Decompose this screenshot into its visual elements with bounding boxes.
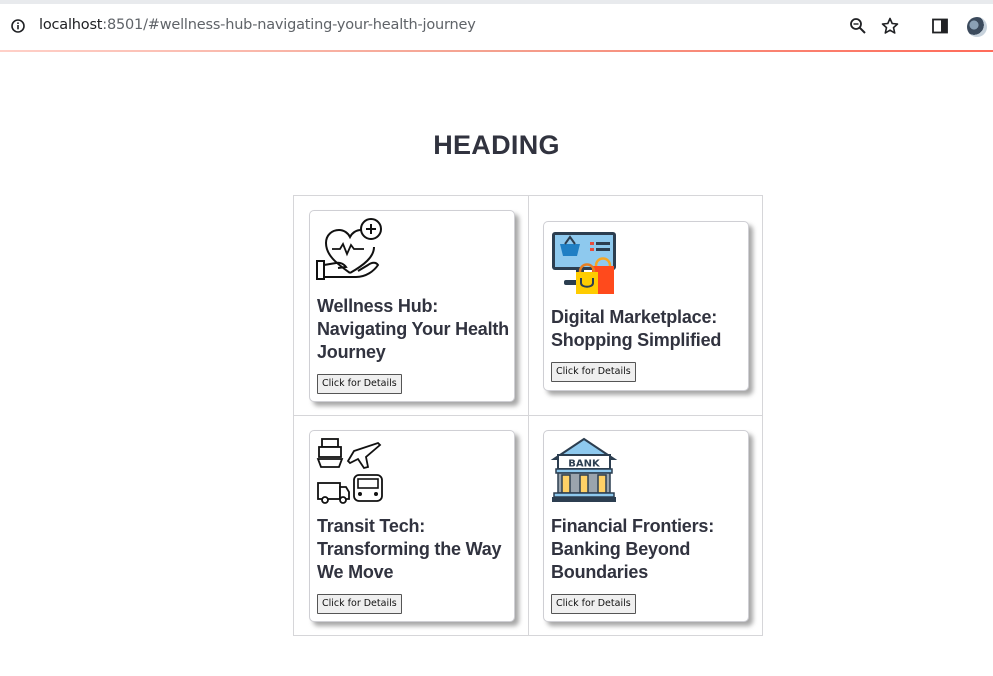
grid-divider-horizontal [294,415,762,416]
browser-toolbar: localhost:8501/#wellness-hub-navigating-… [0,0,993,52]
card-wellness-hub: Wellness Hub: Navigating Your Health Jou… [309,210,515,402]
zoom-icon[interactable] [849,17,867,35]
bank-icon: BANK [550,437,618,502]
info-icon[interactable] [11,19,25,33]
details-button[interactable]: Click for Details [317,594,402,614]
heart-in-hand-icon [316,218,382,280]
url-path: :8501/#wellness-hub-navigating-your-heal… [102,17,476,33]
page-heading: HEADING [433,130,560,160]
card-title: Transit Tech: Transforming the Way We Mo… [317,516,502,582]
details-button[interactable]: Click for Details [551,362,636,382]
transportation-icon [316,438,383,504]
tab-strip [0,0,993,4]
card-financial-frontiers: BANK Financial Frontiers: Banking Beyond… [543,430,749,622]
card-grid: Wellness Hub: Navigating Your Health Jou… [293,195,763,636]
url-text[interactable]: localhost:8501/#wellness-hub-navigating-… [39,17,476,33]
side-panel-icon[interactable] [931,17,949,35]
url-host: localhost [39,17,103,33]
toolbar-divider [0,50,993,52]
card-digital-marketplace: Digital Marketplace: Shopping Simplified… [543,221,749,391]
card-title: Digital Marketplace: Shopping Simplified [551,307,722,350]
details-button[interactable]: Click for Details [551,594,636,614]
online-shopping-icon [552,232,616,294]
profile-avatar[interactable] [967,17,987,37]
card-title: Financial Frontiers: Banking Beyond Boun… [551,516,715,582]
card-title: Wellness Hub: Navigating Your Health Jou… [317,296,509,362]
bank-sign-text: BANK [568,459,601,470]
details-button[interactable]: Click for Details [317,374,402,394]
bookmark-star-icon[interactable] [881,17,899,35]
card-transit-tech: Transit Tech: Transforming the Way We Mo… [309,430,515,622]
